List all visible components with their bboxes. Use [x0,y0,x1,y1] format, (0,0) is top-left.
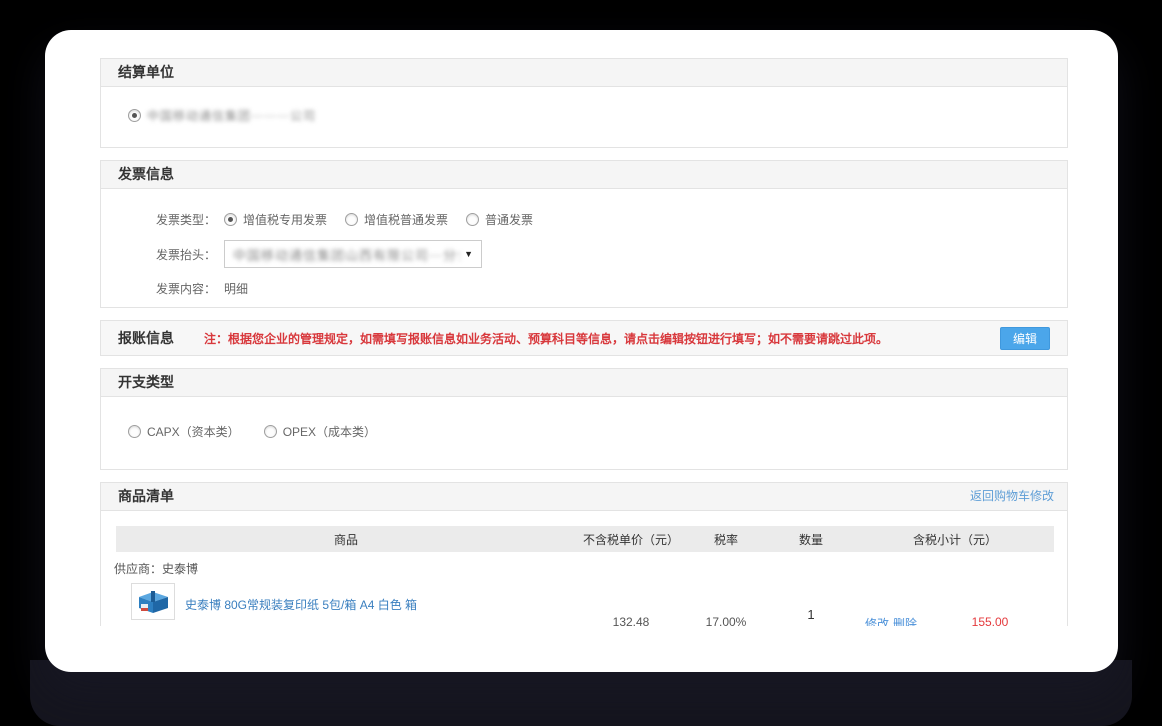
product-list-title: 商品清单 [118,483,174,510]
section-product-list: 商品清单 返回购物车修改 商品 不含税单价（元） 税率 数量 含税小计（元） 供… [100,482,1068,626]
expense-capx-label: CAPX（资本类） [147,423,240,440]
delete-link[interactable]: 删除 [893,617,917,626]
checkout-form: 结算单位 中国移动通信集团⋯⋯⋯公司 发票信息 发票类型： [100,58,1068,626]
expense-option-capx[interactable]: CAPX（资本类） [128,423,240,440]
radio-icon[interactable] [264,425,277,438]
tax-rate-value: 17.00% [686,615,766,626]
table-row: 史泰博 80G常规装复印纸 5包/箱 A4 白色 箱 132.48 17.00%… [116,583,1054,626]
invoice-header-dropdown[interactable]: 中国移动通信集团山西有限公司⋯分公 ▼ [224,240,482,268]
invoice-info-title: 发票信息 [101,161,1067,189]
column-subtotal: 含税小计（元） [856,531,1054,548]
radio-icon[interactable] [345,213,358,226]
radio-icon[interactable] [224,213,237,226]
invoice-type-plain-label: 普通发票 [485,211,533,228]
radio-selected-icon[interactable] [128,109,141,122]
reimbursement-title: 报账信息 [118,328,174,348]
scroll-viewport[interactable]: 结算单位 中国移动通信集团⋯⋯⋯公司 发票信息 发票类型： [45,30,1118,626]
expense-option-opex[interactable]: OPEX（成本类） [264,423,376,440]
column-unit-price: 不含税单价（元） [576,531,686,548]
quantity-value: 1 [766,607,856,622]
modify-link[interactable]: 修改 [865,617,889,626]
expense-opex-label: OPEX（成本类） [283,423,376,440]
dark-backdrop: 结算单位 中国移动通信集团⋯⋯⋯公司 发票信息 发票类型： [0,0,1162,726]
invoice-type-plain[interactable]: 普通发票 [466,211,533,228]
column-tax-rate: 税率 [686,531,766,548]
settlement-unit-title: 结算单位 [101,59,1067,87]
invoice-type-vat-special-label: 增值税专用发票 [243,211,327,228]
invoice-header-value: 中国移动通信集团山西有限公司⋯分公 [233,245,460,264]
column-product: 商品 [116,531,576,548]
section-settlement-unit: 结算单位 中国移动通信集团⋯⋯⋯公司 [100,58,1068,148]
radio-icon[interactable] [128,425,141,438]
invoice-header-label: 发票抬头： [156,246,224,263]
column-quantity: 数量 [766,531,856,548]
chevron-down-icon: ▼ [464,249,473,259]
invoice-content-value: 明细 [224,280,248,297]
invoice-type-vat-special[interactable]: 增值税专用发票 [224,211,327,228]
reimbursement-note: 注：根据您企业的管理规定，如需填写报账信息如业务活动、预算科目等信息，请点击编辑… [204,330,888,347]
section-invoice-info: 发票信息 发票类型： 增值税专用发票 增值税普通发票 [100,160,1068,308]
section-expense-type: 开支类型 CAPX（资本类） OPEX（成本类） [100,368,1068,470]
supplier-label: 供应商：史泰博 [114,560,1067,577]
invoice-type-vat-normal[interactable]: 增值税普通发票 [345,211,448,228]
row-actions: 修改删除 [856,615,926,626]
copy-paper-box-image [135,589,171,615]
invoice-type-vat-normal-label: 增值税普通发票 [364,211,448,228]
edit-button[interactable]: 编辑 [1000,327,1050,350]
expense-type-title: 开支类型 [101,369,1067,397]
section-reimbursement-info: 报账信息 注：根据您企业的管理规定，如需填写报账信息如业务活动、预算科目等信息，… [100,320,1068,356]
checkout-card: 结算单位 中国移动通信集团⋯⋯⋯公司 发票信息 发票类型： [45,30,1118,672]
unit-price-value: 132.48 [576,615,686,626]
settlement-company-name: 中国移动通信集团⋯⋯⋯公司 [147,107,316,124]
invoice-type-label: 发票类型： [156,211,224,228]
subtotal-value: 155.00 [926,615,1054,626]
settlement-unit-option[interactable]: 中国移动通信集团⋯⋯⋯公司 [128,107,316,124]
radio-icon[interactable] [466,213,479,226]
product-table-header: 商品 不含税单价（元） 税率 数量 含税小计（元） [116,526,1054,552]
product-name-link[interactable]: 史泰博 80G常规装复印纸 5包/箱 A4 白色 箱 [185,596,417,613]
back-to-cart-link[interactable]: 返回购物车修改 [970,483,1054,510]
invoice-content-label: 发票内容： [156,280,224,297]
product-thumbnail[interactable] [131,583,175,620]
